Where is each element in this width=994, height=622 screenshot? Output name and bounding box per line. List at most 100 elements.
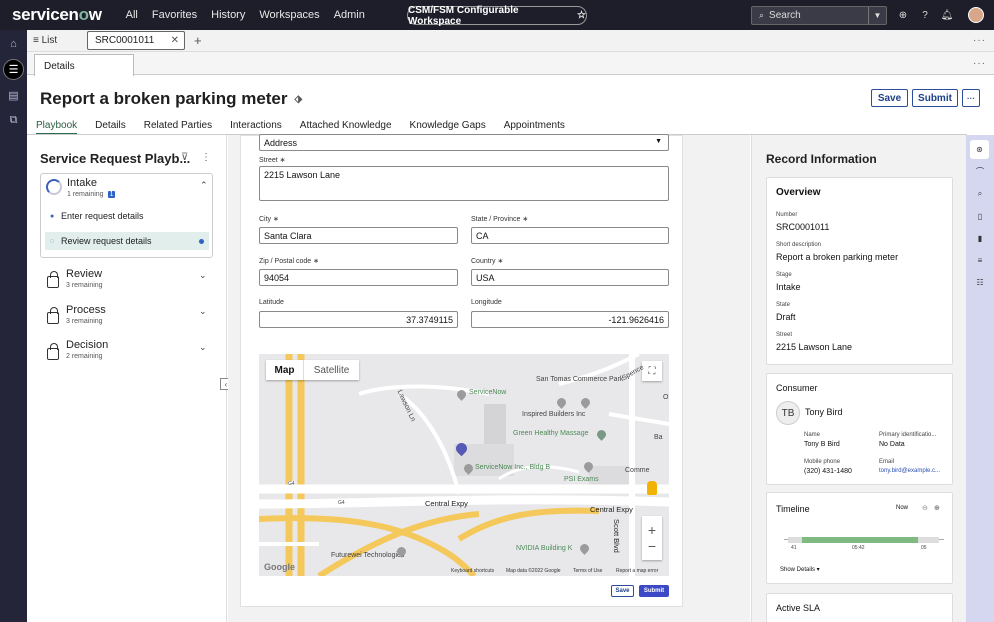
city-input[interactable]: Santa Clara xyxy=(259,227,458,244)
form-save-button[interactable]: Save xyxy=(611,585,634,597)
task-item-selected[interactable]: ◌ Review request details xyxy=(45,232,209,250)
chevron-down-icon[interactable]: ⌄ xyxy=(199,342,207,353)
zoom-controls: + − xyxy=(642,516,662,560)
file-icon[interactable]: ▮ xyxy=(975,233,985,243)
star-icon[interactable]: ☆ xyxy=(577,10,586,21)
workspace-icon[interactable]: ⧉ xyxy=(5,112,22,129)
timeline-bar[interactable] xyxy=(802,537,918,543)
submit-button[interactable]: Submit xyxy=(912,89,958,107)
bell-icon[interactable]: 🔔︎ xyxy=(940,8,954,22)
timeline-card: Timeline Now ⊖ ⊕ 41 05:42 05 Show Detail… xyxy=(766,492,953,584)
help-icon[interactable]: ? xyxy=(918,8,932,22)
map-type-toggle[interactable]: Map Satellite xyxy=(266,360,359,380)
highway-shield: G4 xyxy=(288,481,295,487)
task-item[interactable]: ● Enter request details xyxy=(45,207,209,225)
tab-attached-knowledge[interactable]: Attached Knowledge xyxy=(300,117,392,135)
add-tab-icon[interactable]: + xyxy=(194,33,202,48)
user-avatar[interactable] xyxy=(968,7,984,23)
stage-remaining: 2 remaining xyxy=(66,353,103,360)
street-textarea[interactable]: 2215 Lawson Lane xyxy=(259,166,669,201)
more-actions-button[interactable]: ··· xyxy=(962,89,980,107)
inbox-icon[interactable]: ▤ xyxy=(5,87,22,104)
chevron-down-icon: ▼ xyxy=(655,138,662,145)
nav-all[interactable]: All xyxy=(126,9,138,21)
checklist-icon[interactable]: ☷ xyxy=(975,277,985,287)
zoom-out-button[interactable]: − xyxy=(648,538,656,554)
longitude-label: Longitude xyxy=(471,299,502,306)
save-button[interactable]: Save xyxy=(871,89,908,107)
tab-appointments[interactable]: Appointments xyxy=(504,117,565,135)
tag-icon[interactable]: ⬗ xyxy=(295,94,303,105)
latitude-input[interactable]: 37.3749115 xyxy=(259,311,458,328)
tab-knowledge-gaps[interactable]: Knowledge Gaps xyxy=(410,117,486,135)
zoom-in-button[interactable]: + xyxy=(648,522,656,538)
stage-decision[interactable]: Decision 2 remaining ⌄ xyxy=(40,338,213,368)
stage-intake[interactable]: Intake 1 remaining 1 ⌃ ● Enter request de… xyxy=(40,173,213,258)
document-icon[interactable]: ▯ xyxy=(975,211,985,221)
detail-more-icon[interactable]: ··· xyxy=(973,58,986,69)
chevron-down-icon[interactable]: ⌄ xyxy=(199,270,207,281)
record-tab-label: SRC0001011 xyxy=(95,35,155,46)
address-type-value: Address xyxy=(264,138,298,148)
list-tab[interactable]: ≡ List xyxy=(33,35,87,46)
state-input[interactable]: CA xyxy=(471,227,669,244)
close-icon[interactable]: ✕ xyxy=(171,35,179,46)
zoom-out-icon[interactable]: ⊖ xyxy=(922,504,928,512)
keyboard-shortcuts-link[interactable]: Keyboard shortcuts xyxy=(451,568,494,574)
report-error-link[interactable]: Report a map error xyxy=(616,568,658,574)
tab-playbook[interactable]: Playbook xyxy=(36,117,78,135)
address-type-select[interactable]: Address ▼ xyxy=(259,134,669,151)
knowledge-icon[interactable]: ⌒ xyxy=(975,166,985,176)
global-search[interactable]: ⌕ Search ▼ xyxy=(751,6,887,25)
tab-interactions[interactable]: Interactions xyxy=(230,117,282,135)
details-subtab[interactable]: Details xyxy=(34,54,134,76)
stage-review[interactable]: Review 3 remaining ⌄ xyxy=(40,266,213,296)
primary-id-value: No Data xyxy=(879,441,905,448)
form-submit-button[interactable]: Submit xyxy=(639,585,669,597)
country-input[interactable]: USA xyxy=(471,269,669,286)
filter-icon[interactable]: ⊽ xyxy=(181,152,188,163)
record-info-icon[interactable]: ⊛ xyxy=(970,140,989,159)
satellite-button[interactable]: Satellite xyxy=(304,360,359,380)
name-value: Tony B Bird xyxy=(804,441,840,448)
home-icon[interactable]: ⌂ xyxy=(5,35,22,52)
chevron-up-icon[interactable]: ⌃ xyxy=(200,180,208,191)
task-label: Review request details xyxy=(61,236,152,246)
fullscreen-icon[interactable]: ⛶ xyxy=(642,361,662,381)
tab-details[interactable]: Details xyxy=(95,117,126,135)
longitude-input[interactable]: -121.9626416 xyxy=(471,311,669,328)
chevron-down-icon[interactable]: ▼ xyxy=(868,7,886,24)
pegman-icon[interactable] xyxy=(647,481,657,495)
zoom-in-icon[interactable]: ⊕ xyxy=(934,504,940,512)
nav-workspaces[interactable]: Workspaces xyxy=(259,9,319,21)
stage-process[interactable]: Process 3 remaining ⌄ xyxy=(40,302,213,332)
timeline-now-button[interactable]: Now xyxy=(896,505,908,511)
tab-related-parties[interactable]: Related Parties xyxy=(144,117,212,135)
nav-history[interactable]: History xyxy=(211,9,245,21)
email-link[interactable]: tony.bird@example.c... xyxy=(879,468,940,474)
record-tab[interactable]: SRC0001011 ✕ xyxy=(87,31,185,50)
status-dot-icon: ● xyxy=(50,212,55,220)
map-button[interactable]: Map xyxy=(266,360,304,380)
playbook-more-icon[interactable]: ⋮ xyxy=(201,152,211,163)
nav-admin[interactable]: Admin xyxy=(334,9,365,21)
more-icon[interactable]: ··· xyxy=(973,35,986,46)
map-label: ServiceNow Inc., Bldg B xyxy=(475,464,551,471)
active-sla-card: Active SLA xyxy=(766,593,953,622)
globe-icon[interactable]: ⊕ xyxy=(896,8,910,22)
chevron-down-icon[interactable]: ⌄ xyxy=(199,306,207,317)
list-icon[interactable]: ☰ xyxy=(3,59,24,80)
map-road-label: Central Expy xyxy=(590,505,633,514)
list-view-icon[interactable]: ≡ xyxy=(975,255,985,265)
zip-input[interactable]: 94054 xyxy=(259,269,458,286)
show-details-link[interactable]: Show Details ▾ xyxy=(780,566,820,573)
location-map[interactable]: Map Satellite ⛶ + − ServiceNow San Tomas… xyxy=(259,354,669,576)
servicenow-logo[interactable]: servicenow xyxy=(12,5,102,25)
nav-favorites[interactable]: Favorites xyxy=(152,9,197,21)
overview-card: Overview Number SRC0001011 Short descrip… xyxy=(766,177,953,365)
workspace-pill[interactable]: CSM/FSM Configurable Workspace ☆ xyxy=(407,5,587,27)
consumer-name[interactable]: Tony Bird xyxy=(805,407,843,417)
terms-link[interactable]: Terms of Use xyxy=(573,568,602,574)
email-key: Email xyxy=(879,459,895,465)
attachment-icon[interactable]: ⌕ xyxy=(975,189,985,199)
